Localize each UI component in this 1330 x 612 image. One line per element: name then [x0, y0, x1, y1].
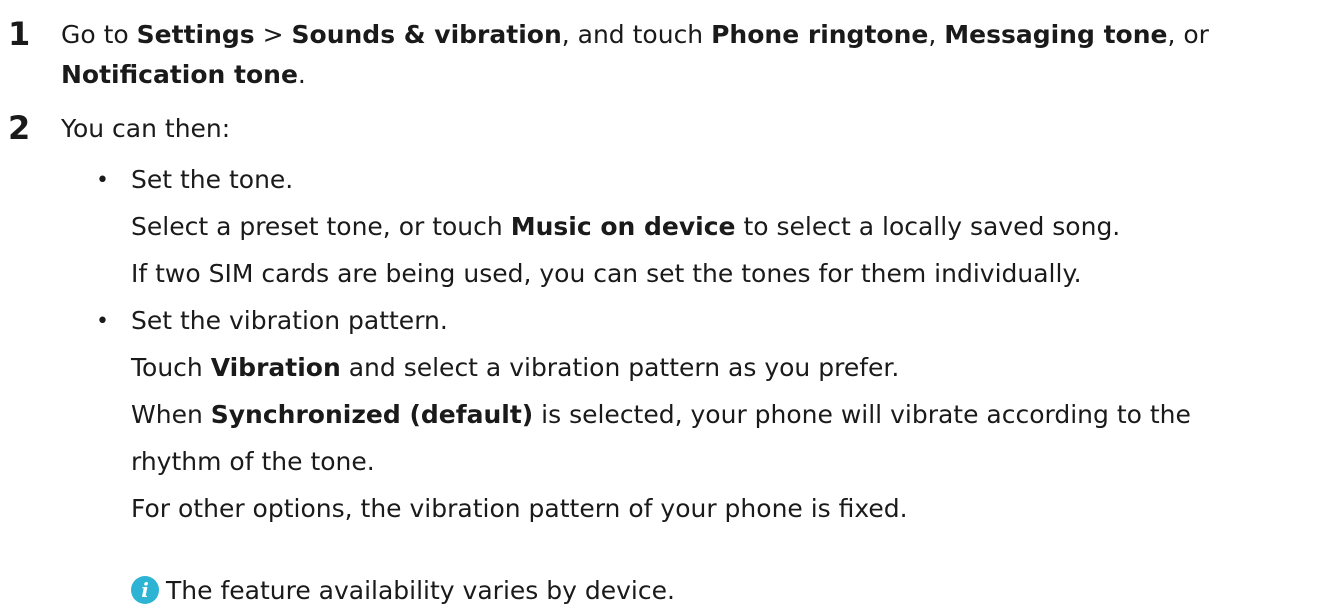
sounds-vibration-term: Sounds & vibration	[291, 20, 562, 49]
step-number-2: 2	[8, 109, 31, 147]
bullet-2-line-1: Touch Vibration and select a vibration p…	[131, 353, 900, 382]
step-2-intro: You can then:	[61, 114, 231, 143]
bullet-2-heading: Set the vibration pattern.	[131, 306, 448, 335]
manual-page: 1 Go to Settings > Sounds & vibration, a…	[0, 0, 1330, 612]
note-text: The feature availability varies by devic…	[166, 576, 675, 605]
bullet-2-line-2: When Synchronized (default) is selected,…	[131, 400, 1191, 429]
bullet-1-line-1: Select a preset tone, or touch Music on …	[131, 212, 1121, 241]
step-number-1: 1	[8, 15, 31, 53]
settings-term: Settings	[136, 20, 255, 49]
bullet-2-line-3: rhythm of the tone.	[131, 447, 375, 476]
music-on-device-term: Music on device	[510, 212, 736, 241]
synchronized-default-term: Synchronized (default)	[210, 400, 534, 429]
phone-ringtone-term: Phone ringtone	[711, 20, 929, 49]
vibration-term: Vibration	[210, 353, 341, 382]
bullet-1-line-2: If two SIM cards are being used, you can…	[131, 259, 1082, 288]
notification-tone-term: Notification tone	[61, 60, 298, 89]
bullet-2-line-4: For other options, the vibration pattern…	[131, 494, 908, 523]
bullet-dot: •	[96, 168, 109, 193]
info-icon: i	[131, 576, 159, 604]
step-1-line-1: Go to Settings > Sounds & vibration, and…	[61, 20, 1209, 49]
bullet-1-heading: Set the tone.	[131, 165, 294, 194]
step-1-line-2: Notification tone.	[61, 60, 306, 89]
messaging-tone-term: Messaging tone	[944, 20, 1168, 49]
bullet-dot: •	[96, 309, 109, 334]
